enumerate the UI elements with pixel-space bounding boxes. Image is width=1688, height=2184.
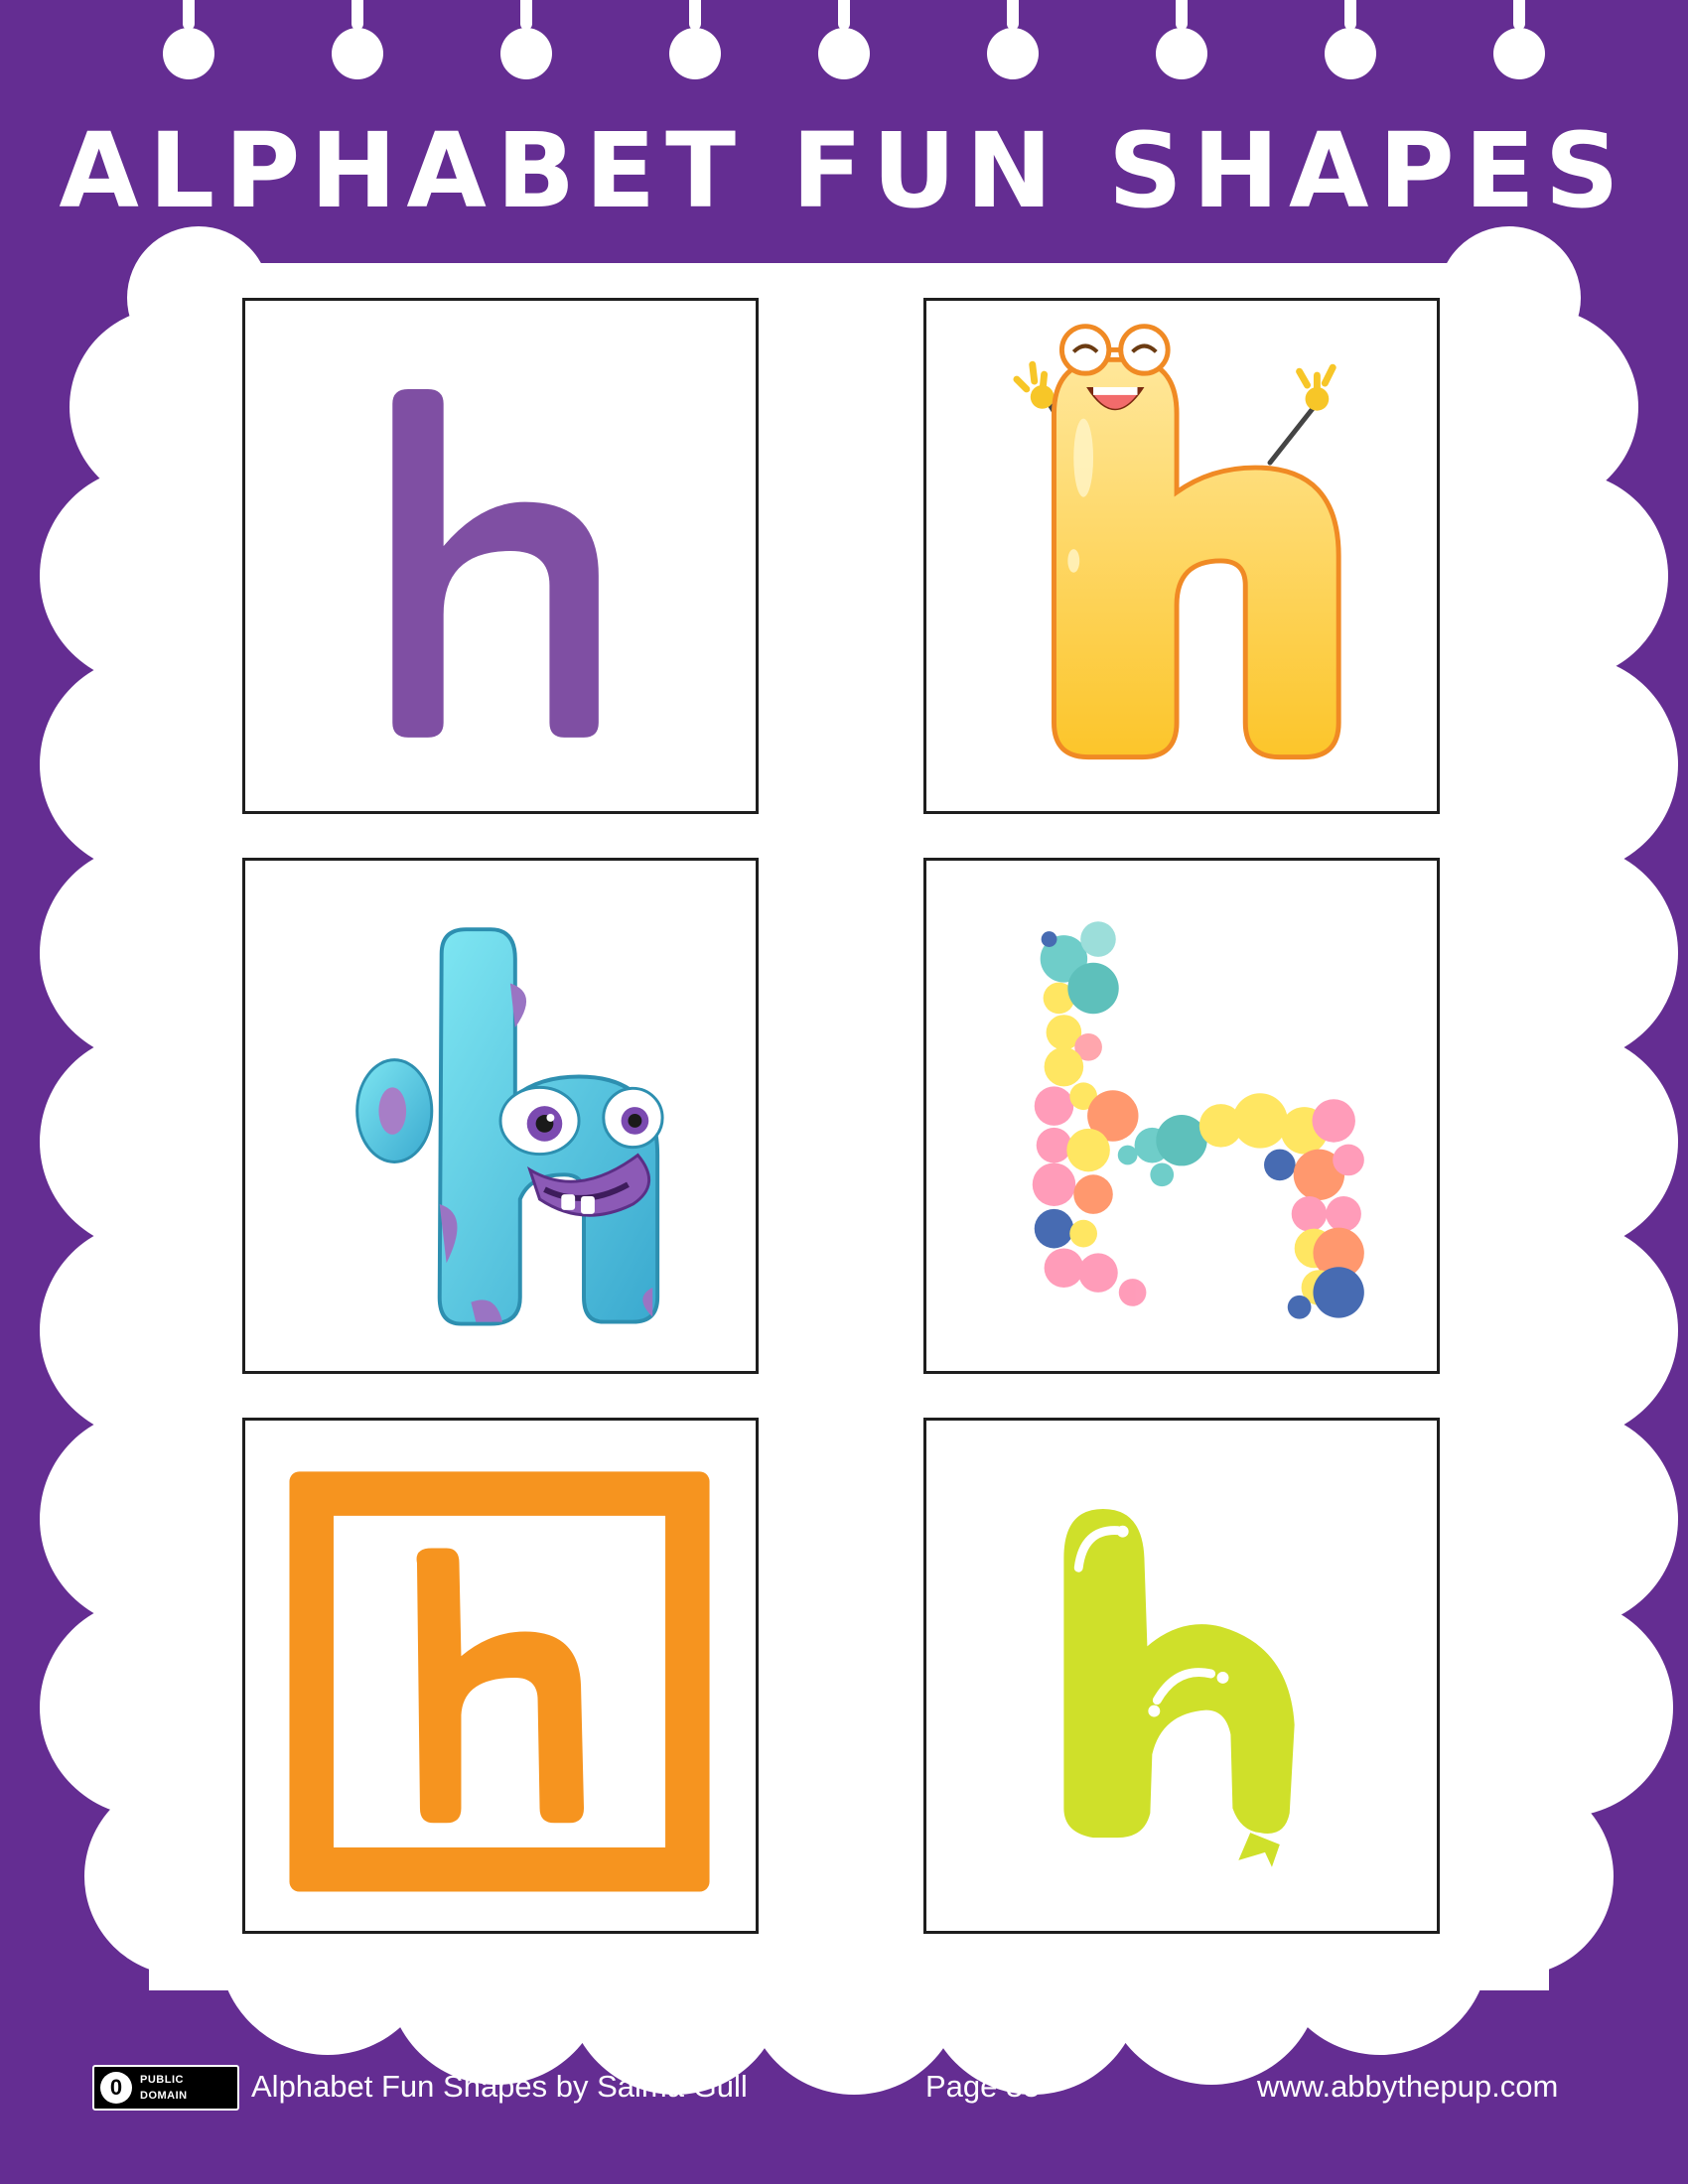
balloon-h-graphic [1063,1508,1295,1867]
footer: 0 PUBLIC DOMAIN Alphabet Fun Shapes by S… [0,2065,1688,2115]
letter-card-plain: h [242,298,759,814]
letter-card-happy-character: h [923,298,1440,814]
cc-zero-icon: 0 [100,2072,132,2104]
bubbles-h-graphic [1032,921,1364,1319]
license-line-1: PUBLIC [140,2074,184,2086]
letter-card-bubbles: h [923,858,1440,1374]
letter-card-block: h [242,1418,759,1934]
license-line-2: DOMAIN [140,2090,188,2102]
page-number: Page 35 [925,2069,1041,2104]
website-link[interactable]: www.abbythepup.com [1257,2069,1558,2105]
plain-h-graphic [392,388,599,738]
happy-h-character [1013,324,1341,760]
credit-text: Alphabet Fun Shapes by Salma Gull [251,2069,748,2104]
letter-card-balloon: h [923,1418,1440,1934]
block-h-graphic [289,1471,710,1892]
monster-h-character [355,927,664,1326]
public-domain-badge: 0 PUBLIC DOMAIN [92,2065,239,2111]
letter-card-monster: h [242,858,759,1374]
